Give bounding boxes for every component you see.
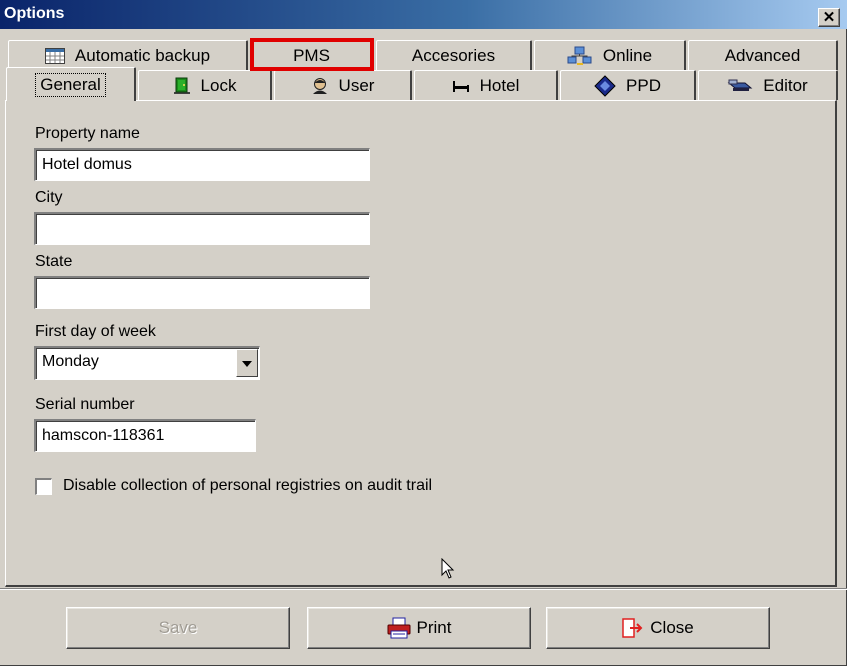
- tab-user[interactable]: User: [274, 70, 412, 100]
- first-day-of-week-select[interactable]: Monday: [34, 346, 260, 380]
- tab-advanced[interactable]: Advanced: [688, 40, 838, 70]
- tab-label: Online: [602, 45, 653, 65]
- printer-icon: [387, 617, 411, 639]
- disable-collection-checkbox[interactable]: [35, 478, 52, 495]
- state-input[interactable]: [34, 276, 370, 309]
- tab-hotel[interactable]: Hotel: [414, 70, 558, 100]
- mouse-pointer-icon: [441, 557, 455, 585]
- tab-label: PPD: [626, 75, 661, 95]
- tab-automatic-backup[interactable]: Automatic backup: [8, 40, 248, 70]
- tab-ppd[interactable]: PPD: [560, 70, 696, 100]
- window-close-button[interactable]: ✕: [818, 8, 840, 27]
- close-button[interactable]: Close: [546, 607, 770, 649]
- calendar-grid-icon: [44, 47, 65, 64]
- disable-collection-label[interactable]: Disable collection of personal registrie…: [63, 477, 432, 495]
- serial-number-input[interactable]: hamscon-118361: [34, 419, 256, 452]
- print-button-label: Print: [416, 618, 452, 637]
- card-reader-icon: [727, 79, 753, 93]
- city-input[interactable]: [34, 212, 370, 245]
- print-button[interactable]: Print: [307, 607, 531, 649]
- chevron-down-icon: [242, 354, 252, 372]
- tab-label: PMS: [293, 45, 330, 65]
- exit-door-icon: [622, 618, 644, 638]
- user-head-icon: [311, 77, 329, 95]
- options-window: Options ✕ Automatic backup PMS Accesorie…: [0, 0, 847, 666]
- title-bar[interactable]: Options ✕: [0, 0, 847, 29]
- tab-pms[interactable]: PMS: [250, 40, 374, 70]
- first-day-of-week-label: First day of week: [35, 323, 156, 340]
- tab-label: Accesories: [411, 45, 496, 65]
- city-label: City: [35, 189, 63, 206]
- property-name-label: Property name: [35, 125, 140, 142]
- diamond-card-icon: [594, 74, 616, 97]
- window-title: Options: [4, 5, 65, 22]
- close-button-label: Close: [650, 618, 694, 637]
- serial-number-label: Serial number: [35, 396, 135, 413]
- tab-label: Lock: [200, 75, 237, 95]
- network-computers-icon: [567, 46, 593, 66]
- tab-label: General: [35, 72, 106, 97]
- save-button[interactable]: Save: [66, 607, 290, 649]
- tab-accesories[interactable]: Accesories: [376, 40, 532, 70]
- bed-icon: [452, 79, 470, 93]
- dropdown-arrow-button[interactable]: [236, 349, 258, 377]
- green-door-icon: [173, 77, 191, 95]
- tab-online[interactable]: Online: [534, 40, 686, 70]
- tab-editor[interactable]: Editor: [698, 70, 838, 100]
- tab-label: Advanced: [724, 45, 801, 65]
- tab-general[interactable]: General: [6, 67, 136, 101]
- tab-label: Hotel: [479, 75, 520, 95]
- close-icon: ✕: [822, 9, 836, 26]
- state-label: State: [35, 253, 73, 270]
- tab-label: Editor: [763, 75, 808, 95]
- save-button-label: Save: [158, 618, 198, 637]
- first-day-of-week-value: Monday: [42, 353, 99, 370]
- tab-lock[interactable]: Lock: [138, 70, 272, 100]
- property-name-input[interactable]: Hotel domus: [34, 148, 370, 181]
- tab-label: Automatic backup: [74, 45, 211, 65]
- button-bar-separator: [0, 588, 847, 590]
- tab-label: User: [338, 75, 375, 95]
